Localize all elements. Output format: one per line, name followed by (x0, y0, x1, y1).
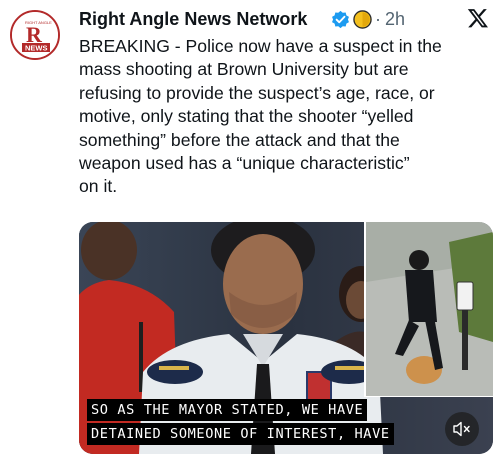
post-text: BREAKING - Police now have a suspect in … (79, 35, 494, 199)
mute-button[interactable] (445, 412, 479, 446)
post-text-line: BREAKING - Police now have a suspect in … (79, 36, 442, 56)
video-player[interactable]: SO AS THE MAYOR STATED, WE HAVE DETAINED… (79, 222, 493, 454)
x-logo-icon[interactable] (467, 7, 489, 29)
separator-dot: · (375, 9, 381, 29)
speaker-muted-icon (453, 421, 470, 437)
post-text-line: mass shooting at Brown University but ar… (79, 59, 409, 80)
timestamp[interactable]: 2h (385, 8, 405, 30)
gold-coin-icon[interactable] (353, 10, 372, 29)
video-caption-line-2: DETAINED SOMEONE OF INTEREST, HAVE (87, 423, 394, 445)
verified-badge-icon[interactable] (331, 10, 350, 29)
avatar[interactable]: RIGHT ANGLE R NEWS (10, 10, 60, 60)
post-header: Right Angle News Network · 2h (79, 6, 489, 32)
post-text-line: weapon used has a “unique characteristic… (79, 153, 410, 174)
post-text-line: motive, only stating that the shooter “y… (79, 106, 414, 127)
surveillance-inset (364, 222, 493, 397)
avatar-band-text: NEWS (25, 44, 48, 53)
post-text-line: something” before the attack and that th… (79, 129, 400, 150)
post-text-line: on it. (79, 176, 118, 197)
post-text-line: refusing to provide the suspect’s age, r… (79, 82, 435, 103)
author-name[interactable]: Right Angle News Network (79, 8, 307, 30)
video-caption-line-1: SO AS THE MAYOR STATED, WE HAVE (87, 399, 368, 421)
